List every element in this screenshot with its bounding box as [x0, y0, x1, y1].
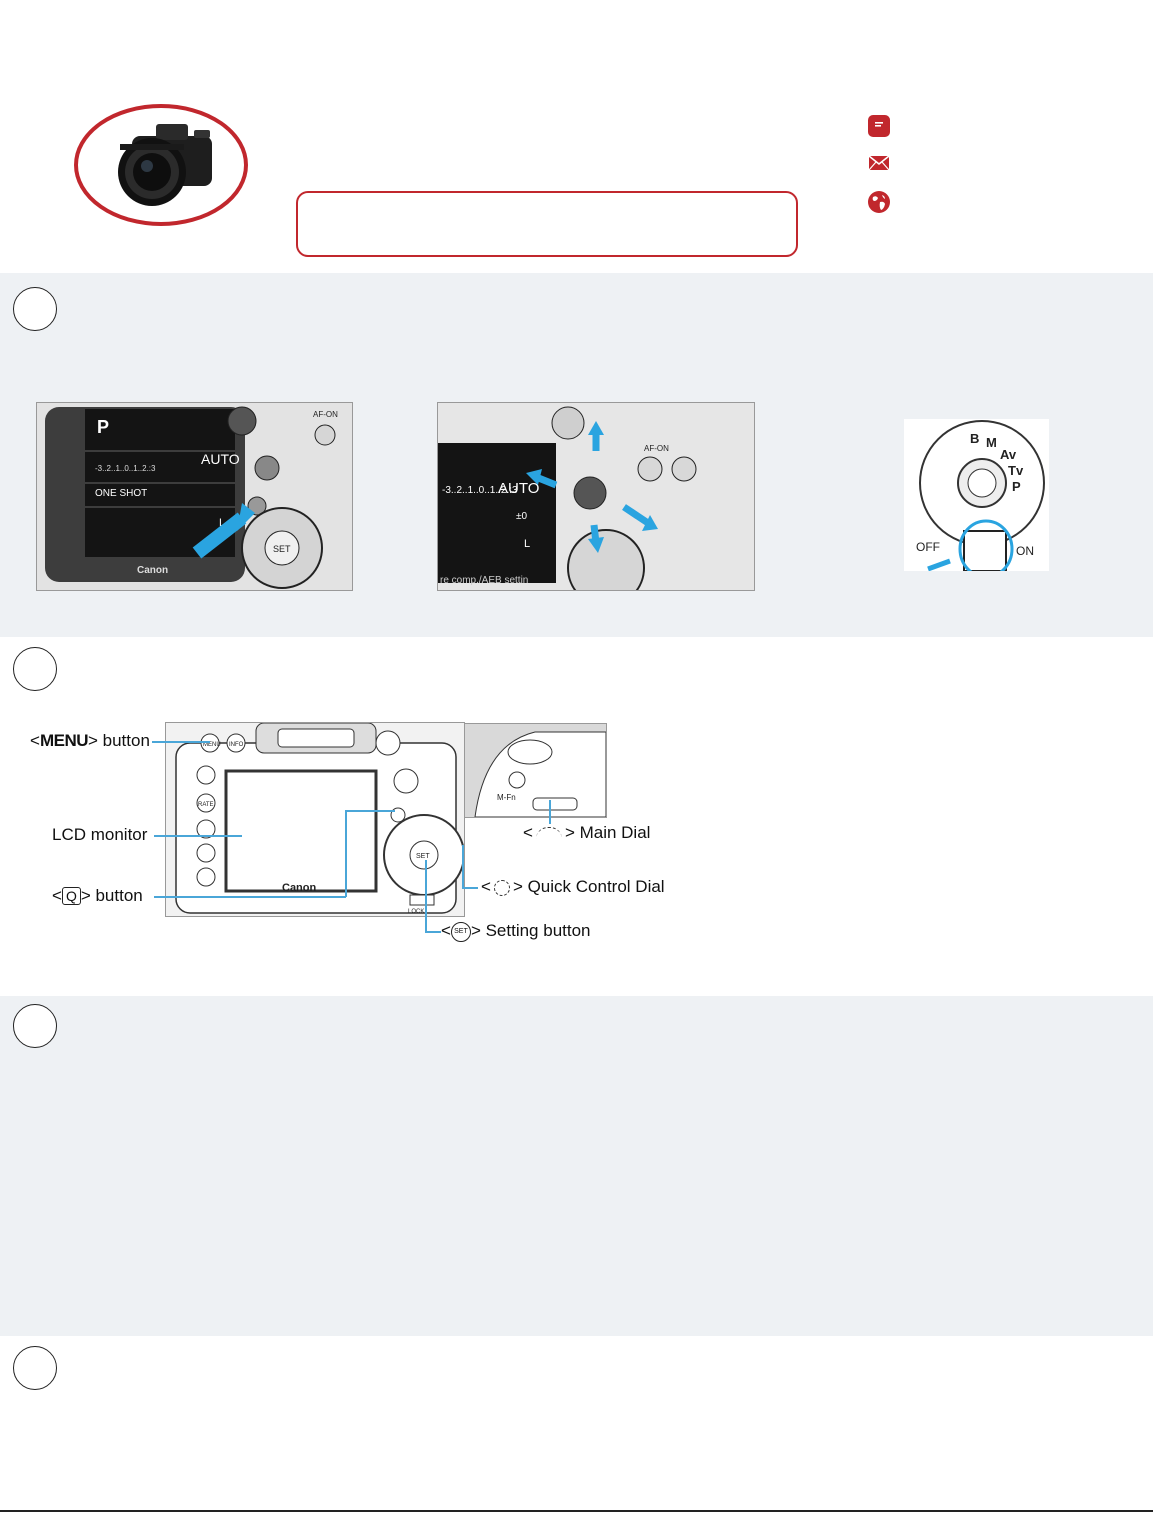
setting-button-callout: < SET > Setting button [441, 921, 591, 942]
fig2-size-text: L [524, 538, 530, 550]
dial-mode-av: Av [1000, 447, 1017, 462]
qcd-callout-prefix: < [481, 877, 491, 896]
body-set-text: SET [416, 853, 430, 860]
q-leader-line-v [345, 810, 347, 897]
main-dial-leader-line [549, 800, 551, 824]
set-button-icon: SET [450, 921, 471, 942]
product-image [74, 104, 249, 226]
body-brand-text: Canon [282, 882, 317, 894]
bottom-rule [0, 1510, 1153, 1512]
multi-controller-figure: AUTO -3..2..1..0..1..2.:3 ±0 L re comp./… [437, 402, 755, 591]
step-1-number-circle [13, 287, 57, 331]
set-leader-line-h [425, 931, 441, 933]
q-button-callout: < Q > button [52, 886, 143, 906]
screen-drive-text: ONE SHOT [95, 488, 147, 499]
qcd-leader-line-v [462, 845, 464, 888]
screen-brand-text: Canon [137, 565, 168, 576]
main-dial-inset: M-Fn [464, 723, 607, 818]
email-icon[interactable] [868, 154, 890, 172]
quick-control-dial-callout: < > Quick Control Dial [481, 877, 665, 897]
main-dial-callout-prefix: < [523, 823, 533, 842]
power-on-text: ON [1016, 544, 1034, 558]
qcd-leader-line-h [462, 887, 478, 889]
title-box [296, 191, 798, 257]
set-leader-line-v [425, 860, 427, 932]
globe-icon[interactable] [867, 190, 891, 214]
lcd-leader-line [154, 835, 242, 837]
set-callout-suffix: > Setting button [470, 921, 591, 940]
screen-mode-text: P [97, 417, 109, 437]
body-info-text: INFO [229, 742, 244, 748]
fig2-afon-text: AF-ON [644, 444, 669, 453]
step-2-number-circle [13, 647, 57, 691]
q-callout-word: Q [61, 887, 81, 905]
body-lock-text: LOCK [408, 909, 424, 915]
q-callout-suffix: > button [80, 886, 143, 905]
menu-callout-suffix: > button [88, 731, 150, 750]
fig2-expcomp-text: ±0 [516, 511, 527, 522]
camera-back-diagram: Canon MENU INFO RATE SET LOCK [165, 722, 465, 917]
screen-meter-text: -3..2..1..0..1..2.:3 [95, 464, 156, 473]
lcd-monitor-callout: LCD monitor [52, 825, 148, 844]
quick-control-dial-icon [493, 879, 510, 896]
inset-mfn-text: M-Fn [497, 793, 516, 802]
menu-leader-line [152, 741, 210, 743]
main-dial-glyph-icon [535, 827, 562, 840]
menu-button-callout: <MENU> button [30, 731, 150, 751]
chat-icon[interactable] [868, 115, 890, 137]
dial-mode-m: M [986, 435, 997, 450]
body-menu-text: MENU [203, 742, 221, 748]
dial-mode-p: P [1012, 479, 1021, 494]
set-callout-prefix: < [441, 921, 451, 940]
menu-callout-prefix: < [30, 731, 40, 750]
q-callout-prefix: < [52, 886, 62, 905]
screen-iso-text: AUTO [201, 451, 240, 467]
main-dial-callout: < > Main Dial [523, 823, 650, 843]
menu-callout-word: MENU [39, 731, 89, 750]
dial-mode-b: B [970, 431, 979, 446]
mode-dial-power-switch-figure: B M Av Tv P OFF ON [904, 419, 1049, 571]
qcd-callout-label: > Quick Control Dial [512, 877, 665, 896]
step-3-section [0, 996, 1153, 1336]
dial-mode-tv: Tv [1008, 463, 1024, 478]
fig2-meter-text: -3..2..1..0..1..2.:3 [442, 485, 518, 496]
q-leader-line-h1 [154, 896, 346, 898]
step-4-number-circle [13, 1346, 57, 1390]
fig1-afon-text: AF-ON [313, 410, 338, 419]
power-off-text: OFF [916, 540, 940, 554]
fig1-set-text: SET [273, 544, 291, 554]
q-leader-line-h2 [345, 810, 395, 812]
step-3-number-circle [13, 1004, 57, 1048]
fig2-bottom-text: re comp./AEB settin [440, 575, 528, 586]
quick-control-button-figure: P AUTO -3..2..1..0..1..2.:3 ONE SHOT L C… [36, 402, 353, 591]
main-dial-callout-label: > Main Dial [564, 823, 651, 842]
body-rate-text: RATE [198, 802, 214, 808]
